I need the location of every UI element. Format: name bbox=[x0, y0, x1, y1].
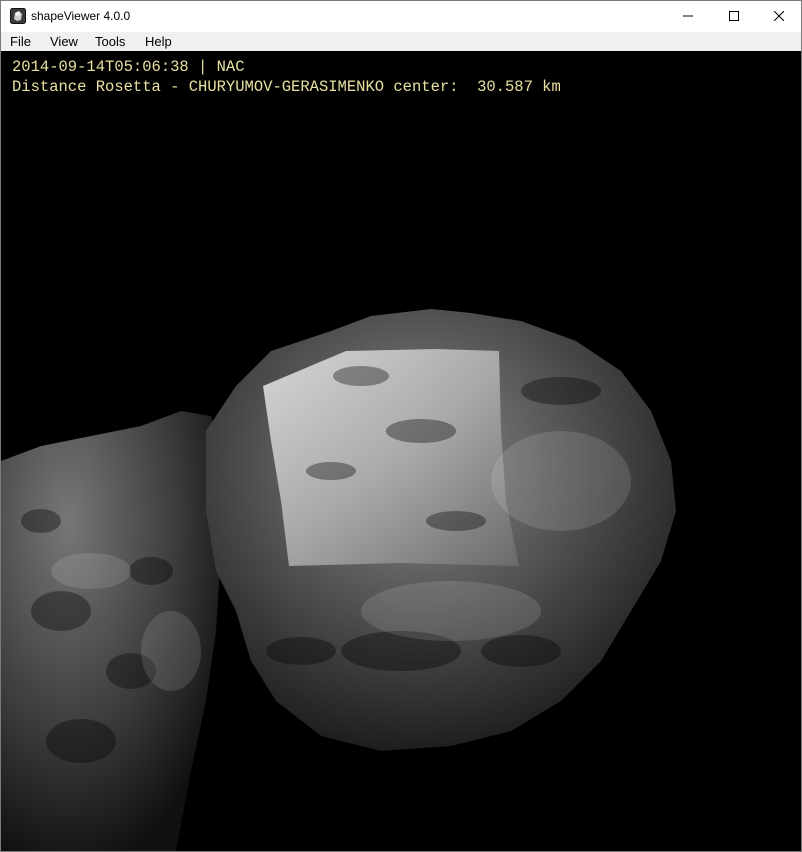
app-icon bbox=[10, 8, 26, 24]
app-window: shapeViewer 4.0.0 File View Tools Help 2… bbox=[0, 0, 802, 852]
overlay-distance: Distance Rosetta - CHURYUMOV-GERASIMENKO… bbox=[12, 78, 561, 96]
minimize-icon bbox=[683, 15, 693, 17]
menu-help[interactable]: Help bbox=[141, 33, 176, 50]
menu-file[interactable]: File bbox=[6, 33, 35, 50]
title-bar[interactable]: shapeViewer 4.0.0 bbox=[1, 1, 801, 32]
overlay-timestamp: 2014-09-14T05:06:38 | NAC bbox=[12, 58, 245, 76]
close-button[interactable] bbox=[756, 1, 801, 31]
maximize-button[interactable] bbox=[711, 1, 757, 31]
window-title: shapeViewer 4.0.0 bbox=[31, 9, 131, 23]
hires-image-patch bbox=[263, 349, 519, 566]
menu-tools[interactable]: Tools bbox=[91, 33, 129, 50]
comet-render bbox=[1, 309, 676, 851]
close-icon bbox=[774, 11, 784, 21]
menu-view[interactable]: View bbox=[46, 33, 82, 50]
minimize-button[interactable] bbox=[665, 1, 711, 31]
maximize-icon bbox=[729, 11, 739, 21]
render-viewport[interactable]: 2014-09-14T05:06:38 | NAC Distance Roset… bbox=[1, 51, 801, 851]
menu-bar: File View Tools Help bbox=[1, 32, 801, 52]
